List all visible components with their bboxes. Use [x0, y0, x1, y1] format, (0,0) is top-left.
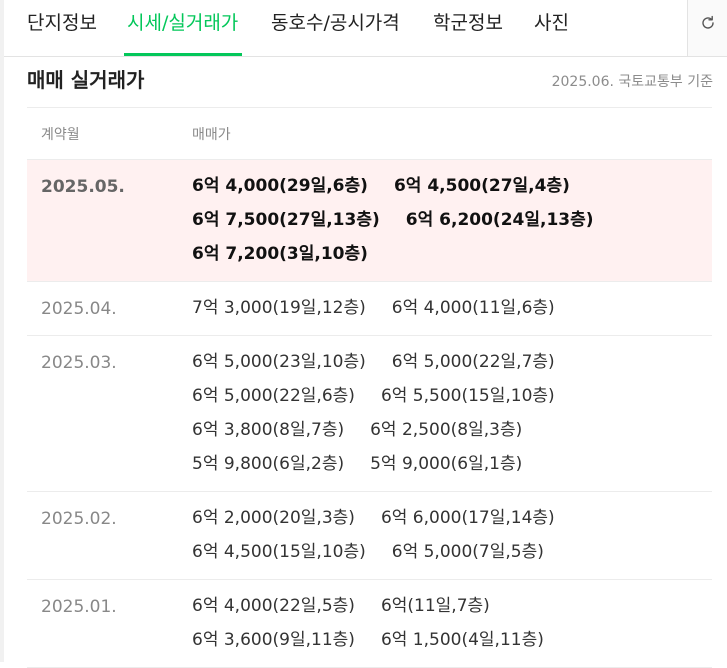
price-entry: 6억 4,000(29일,6층) — [192, 176, 368, 196]
data-source-label: 2025.06. 국토교통부 기준 — [551, 74, 713, 90]
price-entry: 6억 6,000(17일,14층) — [380, 508, 555, 528]
price-list: 6억 5,000(23일,10층) 6억 5,000(22일,7층) 6억 5,00… — [192, 352, 702, 488]
table-row: 2025.01. 6억 4,000(22일,5층) 6억(11일,7층) 6억 3,6… — [27, 580, 712, 668]
price-entry: 7억 3,000(19일,12층) — [192, 298, 366, 318]
price-entry: 6억 5,000(22일,7층) — [391, 352, 555, 372]
price-entry: 6억 4,500(27일,4층) — [393, 176, 570, 196]
price-entry: 6억 5,500(15일,10층) — [380, 386, 555, 406]
transaction-table: 계약월 매매가 2025.05. 6억 4,000(29일,6층) 6억 4,500… — [27, 107, 712, 668]
price-list: 6억 4,000(22일,5층) 6억(11일,7층) 6억 3,600(9일,11… — [192, 596, 702, 664]
price-list: 6억 2,000(20일,3층) 6억 6,000(17일,14층) 6억 4,50… — [192, 508, 702, 576]
refresh-icon — [701, 15, 714, 29]
price-line: 6억 3,600(9일,11층) 6억 1,500(4일,11층) — [192, 630, 702, 664]
table-row: 2025.02. 6억 2,000(20일,3층) 6억 6,000(17일,14층… — [27, 492, 712, 580]
price-entry: 6억(11일,7층) — [380, 596, 490, 616]
price-entry: 6억 4,500(15일,10층) — [192, 542, 366, 562]
price-line: 6억 2,000(20일,3층) 6억 6,000(17일,14층) — [192, 508, 702, 542]
tab-unit-public-price[interactable]: 동호수/공시가격 — [271, 0, 400, 56]
table-row: 2025.03. 6억 5,000(23일,10층) 6억 5,000(22일,7층… — [27, 336, 712, 492]
price-entry: 6억 5,000(23일,10층) — [192, 352, 366, 372]
contract-month: 2025.04. — [41, 299, 117, 319]
contract-month: 2025.02. — [41, 509, 117, 529]
table-header: 계약월 매매가 — [27, 107, 712, 160]
contract-month: 2025.01. — [41, 597, 117, 617]
price-line: 6억 7,500(27일,13층) 6억 6,200(24일,13층) — [192, 210, 702, 244]
tab-complex-info[interactable]: 단지정보 — [27, 0, 97, 56]
price-entry: 6억 4,000(22일,5층) — [192, 596, 355, 616]
price-entry: 6억 2,500(8일,3층) — [370, 420, 523, 440]
price-entry: 6억 3,800(8일,7층) — [192, 420, 345, 440]
price-entry: 6억 3,600(9일,11층) — [192, 630, 355, 650]
price-entry: 6억 4,000(11일,6층) — [391, 298, 555, 318]
price-list: 7억 3,000(19일,12층) 6억 4,000(11일,6층) — [192, 298, 702, 332]
price-list: 6억 4,000(29일,6층) 6억 4,500(27일,4층) 6억 7,500… — [192, 176, 702, 278]
price-entry: 6억 5,000(7일,5층) — [391, 542, 544, 562]
price-entry: 5억 9,800(6일,2층) — [192, 454, 345, 474]
price-line: 6억 3,800(8일,7층) 6억 2,500(8일,3층) — [192, 420, 702, 454]
price-entry: 6억 6,200(24일,13층) — [405, 210, 594, 230]
table-row: 2025.05. 6억 4,000(29일,6층) 6억 4,500(27일,4층)… — [27, 160, 712, 282]
price-entry: 6억 7,200(3일,10층) — [192, 244, 368, 264]
header-month: 계약월 — [41, 127, 80, 143]
price-line: 7억 3,000(19일,12층) 6억 4,000(11일,6층) — [192, 298, 702, 332]
price-line: 5억 9,800(6일,2층) 5억 9,000(6일,1층) — [192, 454, 702, 488]
header-price: 매매가 — [192, 127, 231, 143]
price-line: 6억 4,000(29일,6층) 6억 4,500(27일,4층) — [192, 176, 702, 210]
price-entry: 5억 9,000(6일,1층) — [370, 454, 523, 474]
tab-market-price[interactable]: 시세/실거래가 — [123, 0, 243, 56]
price-line: 6억 4,000(22일,5층) 6억(11일,7층) — [192, 596, 702, 630]
contract-month: 2025.03. — [41, 353, 117, 373]
refresh-button[interactable] — [687, 0, 727, 56]
tab-photos[interactable]: 사진 — [534, 0, 569, 56]
tab-bar: 단지정보 시세/실거래가 동호수/공시가격 학군정보 사진 — [4, 0, 727, 57]
price-entry: 6억 1,500(4일,11층) — [380, 630, 544, 650]
price-line: 6억 5,000(23일,10층) 6억 5,000(22일,7층) — [192, 352, 702, 386]
price-entry: 6억 2,000(20일,3층) — [192, 508, 355, 528]
table-row: 2025.04. 7억 3,000(19일,12층) 6억 4,000(11일,6층… — [27, 282, 712, 336]
price-line: 6억 4,500(15일,10층) 6억 5,000(7일,5층) — [192, 542, 702, 576]
left-edge — [0, 0, 4, 662]
price-line: 6억 5,000(22일,6층) 6억 5,500(15일,10층) — [192, 386, 702, 420]
section-title: 매매 실거래가 — [27, 68, 145, 92]
tab-school-info[interactable]: 학군정보 — [433, 0, 503, 56]
table-body: 2025.05. 6억 4,000(29일,6층) 6억 4,500(27일,4층)… — [27, 160, 712, 668]
contract-month: 2025.05. — [41, 177, 125, 197]
price-entry: 6억 7,500(27일,13층) — [192, 210, 380, 230]
price-entry: 6억 5,000(22일,6층) — [192, 386, 355, 406]
price-line: 6억 7,200(3일,10층) — [192, 244, 702, 278]
